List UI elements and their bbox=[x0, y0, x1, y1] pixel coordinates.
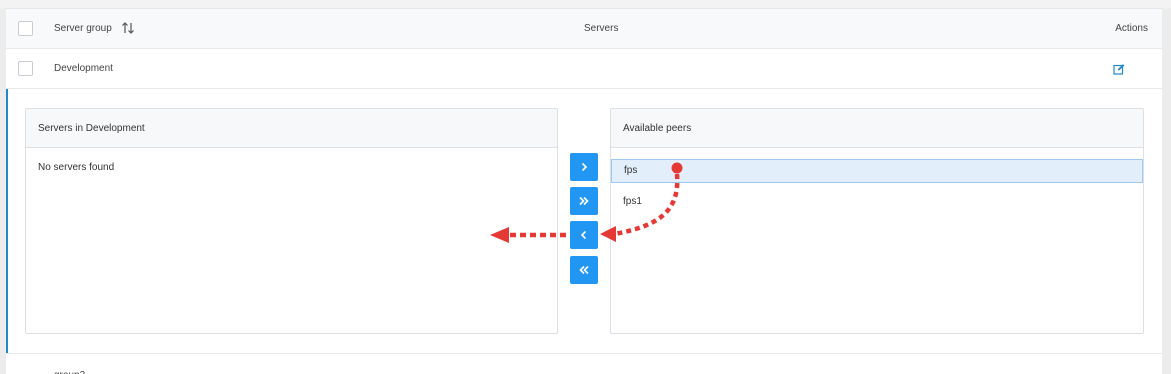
double-chevron-left-icon bbox=[579, 265, 589, 275]
server-assignment-panel: Servers in Development No servers found bbox=[6, 89, 1162, 353]
peer-item-fps[interactable]: fps bbox=[611, 159, 1143, 183]
chevron-left-icon bbox=[580, 230, 587, 240]
move-all-left-button[interactable] bbox=[570, 256, 598, 284]
chevron-right-icon bbox=[581, 162, 588, 172]
empty-message: No servers found bbox=[38, 162, 115, 173]
server-group-name: Development bbox=[54, 63, 113, 74]
column-header-actions: Actions bbox=[1115, 23, 1148, 34]
page: Server group Servers Actions Development… bbox=[0, 0, 1171, 374]
move-left-button[interactable] bbox=[570, 221, 598, 249]
table-header: Server group Servers Actions bbox=[6, 9, 1162, 49]
servers-in-group-title: Servers in Development bbox=[26, 109, 557, 148]
available-peers-panel: Available peers fps fps1 bbox=[610, 108, 1144, 334]
available-peers-title: Available peers bbox=[611, 109, 1143, 148]
column-header-server-group[interactable]: Server group bbox=[54, 9, 135, 49]
peer-item-fps1[interactable]: fps1 bbox=[611, 190, 1143, 214]
table-row[interactable]: group2 bbox=[6, 353, 1162, 374]
servers-in-group-panel: Servers in Development No servers found bbox=[25, 108, 558, 334]
double-chevron-right-icon bbox=[579, 196, 589, 206]
column-header-servers: Servers bbox=[584, 23, 619, 34]
peer-list: fps fps1 bbox=[611, 148, 1143, 214]
sort-icon[interactable] bbox=[121, 21, 135, 35]
server-group-name: group2 bbox=[54, 368, 85, 374]
row-checkbox[interactable] bbox=[18, 61, 33, 76]
column-header-server-group-label: Server group bbox=[54, 23, 112, 34]
top-strip bbox=[0, 0, 1171, 8]
table-row[interactable]: Development bbox=[6, 49, 1162, 89]
move-all-right-button[interactable] bbox=[570, 187, 598, 215]
server-group-table: Server group Servers Actions Development… bbox=[6, 8, 1162, 374]
select-all-checkbox[interactable] bbox=[18, 21, 33, 36]
edit-icon[interactable] bbox=[1113, 63, 1125, 75]
move-right-button[interactable] bbox=[570, 153, 598, 181]
